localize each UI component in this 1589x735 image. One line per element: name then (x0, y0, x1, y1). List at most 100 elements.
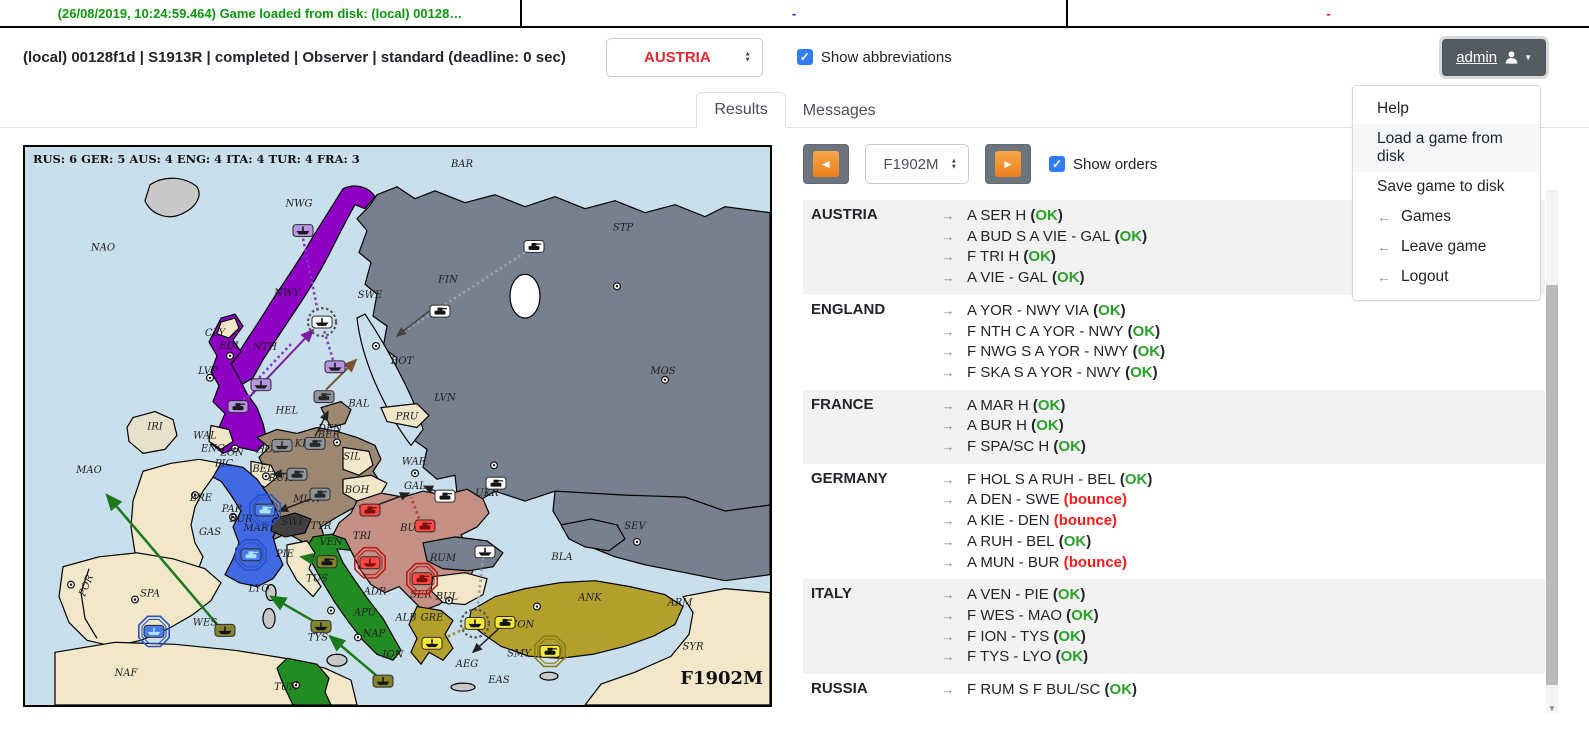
order-row: →A MAR H (OK) (929, 396, 1545, 417)
supply-center-dot (132, 596, 139, 603)
unit-marker[interactable] (251, 379, 271, 391)
unit-marker[interactable] (325, 361, 345, 373)
map-label: SPA (140, 589, 160, 600)
main-content: BARNWGNAOSTPFINNWYSWEBOTMOSNTHHELBALLVNP… (0, 145, 1589, 707)
unit-marker[interactable] (317, 556, 337, 568)
power-name: GERMANY (803, 464, 929, 580)
map-label: BLA (550, 552, 572, 563)
power-name: FRANCE (803, 390, 929, 464)
map-label: LON (219, 447, 245, 458)
order-row: →F NWG S A YOR - NWY (OK) (929, 342, 1545, 363)
unit-marker[interactable] (310, 488, 330, 500)
order-row: →F SKA S A YOR - NWY (OK) (929, 363, 1545, 384)
unit-marker[interactable] (215, 624, 235, 636)
scrollbar-thumb[interactable] (1546, 285, 1558, 685)
tab-results[interactable]: Results (696, 92, 785, 128)
map-label: NTH (252, 342, 277, 353)
order-block: RUSSIA→F RUM S F BUL/SC (OK) (803, 674, 1545, 707)
order-row: →F RUM S F BUL/SC (OK) (929, 680, 1545, 701)
order-row: →F TYS - LYO (OK) (929, 647, 1545, 668)
next-phase-button[interactable]: ► (985, 144, 1031, 184)
unit-marker[interactable] (311, 620, 331, 632)
map-label: SWI (281, 517, 303, 528)
supply-center-dot (614, 283, 621, 290)
unit-marker[interactable] (475, 546, 495, 558)
unit-marker[interactable] (287, 468, 307, 480)
show-orders-checkbox[interactable]: ✓ (1049, 156, 1065, 172)
orders-scrollbar[interactable]: ▼ (1546, 190, 1558, 713)
map-label: TYR (311, 521, 332, 532)
show-orders-label: Show orders (1073, 156, 1157, 173)
unit-marker[interactable] (524, 240, 544, 252)
previous-phase-button[interactable]: ◄ (803, 144, 849, 184)
left-arrow-icon: ← (1377, 269, 1391, 285)
map-label: GAL (404, 481, 426, 492)
unit-marker[interactable] (228, 401, 248, 413)
map-label: MOS (649, 366, 675, 377)
map-label: VEN (319, 537, 344, 548)
menu-item-load-game[interactable]: Load a game from disk (1353, 124, 1540, 172)
map-phase-label: F1902M (680, 668, 763, 689)
map-label: TRI (353, 531, 372, 542)
menu-item-save-game[interactable]: Save game to disk (1353, 172, 1540, 202)
map-label: BUL (435, 592, 459, 603)
order-row: →F NTH C A YOR - NWY (OK) (929, 322, 1545, 343)
map-label: SYR (683, 641, 704, 652)
unit-marker[interactable] (435, 490, 455, 502)
next-icon: ► (995, 151, 1021, 177)
supply-center-dot (227, 352, 234, 359)
map-label: PRU (395, 412, 419, 423)
unit-marker[interactable] (272, 439, 292, 451)
unit-marker[interactable] (360, 504, 380, 516)
unit-marker[interactable] (415, 520, 435, 532)
user-name: admin (1456, 49, 1497, 66)
order-row: →A DEN - SWE (bounce) (929, 490, 1545, 511)
menu-item-leave-game[interactable]: ←Leave game (1353, 232, 1540, 262)
map-label: PIE (275, 549, 295, 560)
unit-marker[interactable] (495, 616, 515, 628)
map-label: BOH (344, 485, 370, 496)
left-arrow-icon: ← (1377, 209, 1391, 225)
select-carets-icon: ▲▼ (744, 52, 750, 63)
order-row: →F SPA/SC H (OK) (929, 437, 1545, 458)
menu-item-help[interactable]: Help (1353, 94, 1540, 124)
power-select[interactable]: AUSTRIA ▲▼ (606, 38, 763, 77)
order-row: →A YOR - NWY VIA (OK) (929, 301, 1545, 322)
map-label: RUM (429, 553, 457, 564)
map-label: STP (613, 223, 634, 234)
map-label: DEN (317, 423, 343, 434)
supply-center-dot (328, 607, 335, 614)
unit-marker[interactable] (314, 391, 334, 403)
unit-marker[interactable] (305, 437, 325, 449)
menu-item-games[interactable]: ←Games (1353, 202, 1540, 232)
user-menu-button[interactable]: admin ▼ (1442, 39, 1546, 76)
order-row: →A VEN - PIE (OK) (929, 585, 1545, 606)
unit-marker[interactable] (293, 225, 313, 237)
map-label: LVN (433, 393, 457, 404)
supply-center-dot (662, 376, 669, 383)
map-label: GRE (421, 612, 445, 623)
unit-marker[interactable] (430, 305, 450, 317)
game-map[interactable]: BARNWGNAOSTPFINNWYSWEBOTMOSNTHHELBALLVNP… (23, 145, 772, 707)
show-abbreviations-checkbox[interactable]: ✓ (797, 49, 813, 65)
unit-marker[interactable] (486, 477, 506, 489)
map-label: APU (353, 608, 377, 619)
map-label: ADR (363, 587, 387, 598)
map-label: GAS (199, 527, 221, 538)
map-label: SEV (624, 521, 647, 532)
unit-marker[interactable] (422, 637, 442, 649)
unit-marker[interactable] (373, 675, 393, 687)
status-center-value: - (522, 0, 1068, 26)
supply-center-dot (634, 538, 641, 545)
tabs-row: Results Messages (0, 86, 1589, 128)
power-name: ITALY (803, 579, 929, 674)
supply-center-dot (355, 634, 362, 641)
order-block: ITALY→A VEN - PIE (OK)→F WES - MAO (OK)→… (803, 579, 1545, 674)
map-label: ANK (577, 593, 602, 604)
map-label: HEL (275, 406, 299, 417)
scrollbar-down-arrow[interactable]: ▼ (1546, 704, 1558, 713)
tab-messages[interactable]: Messages (786, 94, 893, 128)
menu-item-logout[interactable]: ←Logout (1353, 262, 1540, 292)
phase-select[interactable]: F1902M ▲▼ (865, 144, 969, 184)
status-right-value: - (1068, 0, 1589, 26)
